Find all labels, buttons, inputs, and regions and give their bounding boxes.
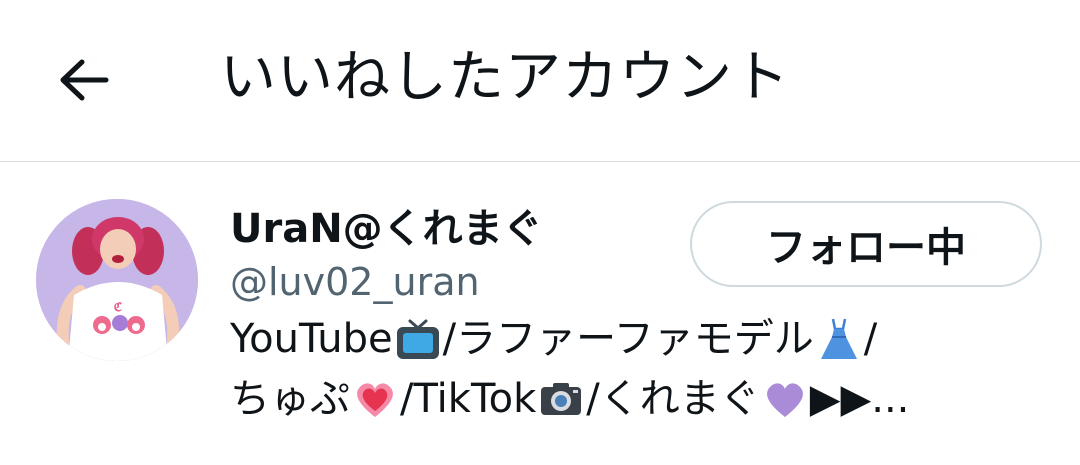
bio-line-2: ちゅぷ /TikTok /くれまぐ ▶▶... — [230, 371, 1050, 427]
dress-icon — [820, 318, 857, 359]
avatar-image: ℭ — [36, 199, 198, 361]
user-display-name[interactable]: UraN@くれまぐ — [230, 201, 543, 257]
user-list-item[interactable]: ℭ UraN@くれまぐ @luv02_uran フォロー中 YouTube /ラ… — [0, 163, 1080, 465]
bio-text: / — [863, 316, 878, 362]
camera-icon — [541, 383, 582, 415]
user-avatar[interactable]: ℭ — [36, 199, 198, 361]
bio-text: /TikTok — [400, 376, 537, 422]
user-bio: YouTube /ラファーファモデル / ちゅぷ /TikTok /くれまぐ ▶… — [230, 311, 1050, 427]
tv-icon — [396, 319, 439, 359]
back-button[interactable] — [52, 48, 116, 112]
purple-heart-icon — [766, 383, 803, 417]
sparkling-heart-icon — [357, 383, 393, 417]
bio-text: /くれまぐ — [586, 376, 760, 422]
bio-text: ▶▶... — [809, 376, 910, 422]
following-button[interactable]: フォロー中 — [690, 201, 1042, 287]
svg-text:ℭ: ℭ — [114, 300, 123, 314]
bio-text: ちゅぷ — [230, 376, 350, 422]
bio-text: YouTube — [230, 316, 393, 362]
user-handle: @luv02_uran — [230, 260, 480, 304]
page-title: いいねしたアカウント — [220, 45, 790, 110]
arrow-left-icon — [60, 59, 109, 101]
bio-text: /ラファーファモデル — [442, 316, 814, 362]
bio-line-1: YouTube /ラファーファモデル / — [230, 311, 1050, 367]
top-app-bar: いいねしたアカウント — [0, 0, 1080, 162]
